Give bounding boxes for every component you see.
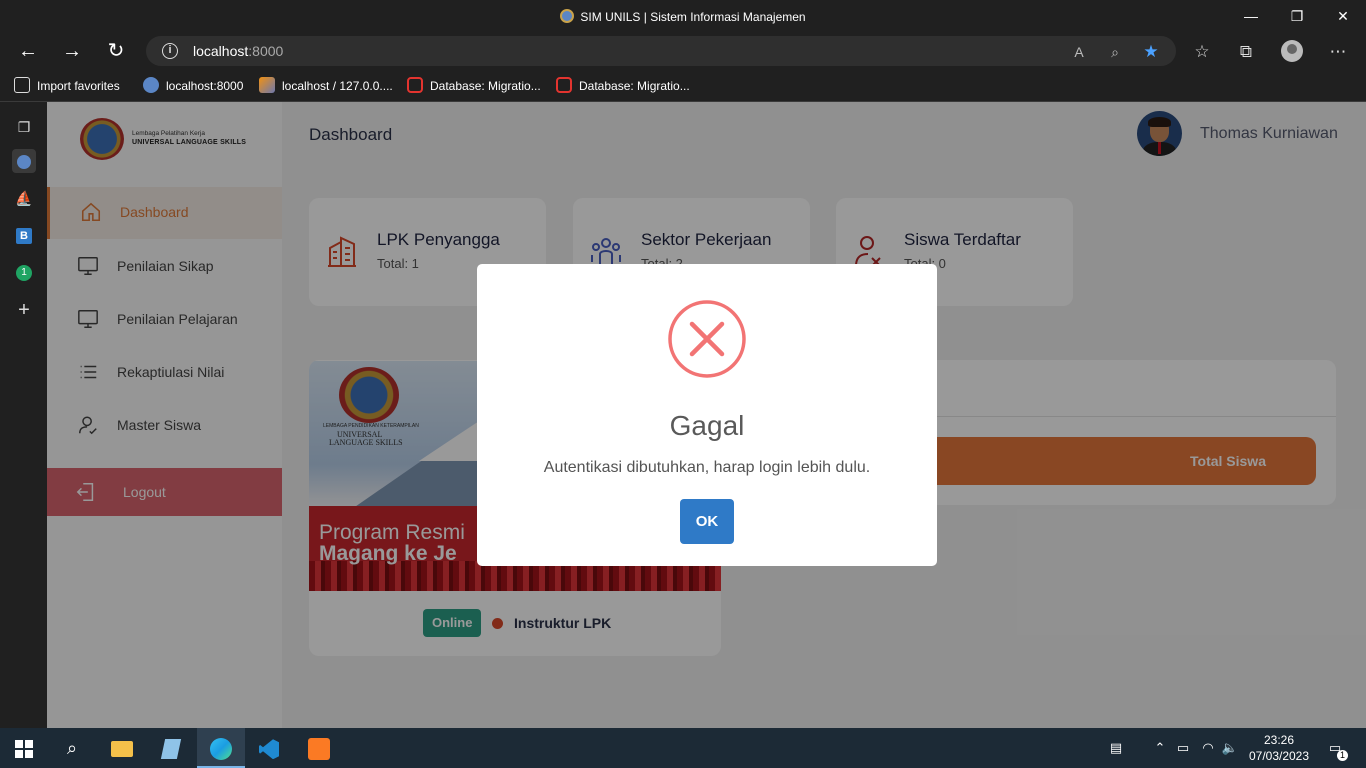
- favorite-phpmyadmin[interactable]: localhost / 127.0.0....: [259, 77, 393, 95]
- xampp-icon[interactable]: [295, 728, 343, 768]
- new-tab-icon[interactable]: +: [12, 298, 36, 322]
- favorite-import[interactable]: Import favorites: [14, 77, 120, 95]
- start-button[interactable]: [0, 728, 48, 768]
- favorite-star-icon[interactable]: ★: [1140, 41, 1162, 63]
- clock-date: 07/03/2023: [1248, 749, 1310, 763]
- chevron-up-icon[interactable]: ⌃: [1150, 738, 1170, 758]
- search-icon[interactable]: ⌕: [48, 728, 96, 768]
- vertical-tabs-strip: ❐ ⛵ B 1 +: [0, 102, 47, 728]
- battery-icon[interactable]: ▭: [1173, 738, 1193, 758]
- system-clock[interactable]: 23:26 07/03/2023: [1248, 732, 1310, 764]
- tab-actions-icon[interactable]: ❐: [12, 115, 36, 139]
- favorite-database-2[interactable]: Database: Migratio...: [556, 77, 690, 95]
- close-window-button[interactable]: ✕: [1320, 0, 1366, 32]
- site-info-icon[interactable]: i: [162, 43, 178, 59]
- refresh-icon[interactable]: ↻: [101, 36, 131, 66]
- error-x-icon: [668, 300, 746, 378]
- address-text[interactable]: localhost:8000: [193, 43, 283, 59]
- collections-icon[interactable]: ⧉: [1234, 40, 1258, 64]
- forward-arrow-icon[interactable]: →: [57, 36, 87, 66]
- maximize-button[interactable]: ❐: [1274, 0, 1320, 32]
- notepad-icon[interactable]: [147, 728, 195, 768]
- favorite-localhost[interactable]: localhost:8000: [143, 77, 243, 95]
- news-widget-icon[interactable]: ▤: [1104, 738, 1128, 758]
- edge-browser-icon[interactable]: [197, 728, 245, 768]
- tab-phpmyadmin-icon[interactable]: ⛵: [12, 186, 36, 210]
- ok-button[interactable]: OK: [680, 499, 734, 544]
- dialog-message: Autentikasi dibutuhkan, harap login lebi…: [543, 459, 871, 476]
- import-icon: [14, 77, 30, 93]
- zoom-icon[interactable]: ⌕: [1104, 41, 1126, 63]
- clock-time: 23:26: [1263, 733, 1295, 747]
- laravel-icon: [556, 77, 572, 93]
- error-dialog: Gagal Autentikasi dibutuhkan, harap logi…: [477, 264, 937, 566]
- tab-sim-unils-icon[interactable]: [12, 149, 36, 173]
- address-bar[interactable]: i localhost:8000 A ⌕ ★: [146, 36, 1176, 66]
- back-arrow-icon[interactable]: ←: [13, 36, 43, 66]
- phpmyadmin-icon: [259, 77, 275, 93]
- laravel-icon: [407, 77, 423, 93]
- windows-logo-icon: [15, 740, 33, 759]
- web-page: Lembaga Pelatihan Kerja UNIVERSAL LANGUA…: [47, 102, 1366, 728]
- favorites-bar: Import favorites localhost:8000 localhos…: [0, 70, 1366, 102]
- profile-avatar-icon[interactable]: [1281, 40, 1303, 62]
- tab-bootstrap-icon[interactable]: B: [12, 222, 36, 246]
- browser-navbar: ← → ↻ i localhost:8000 A ⌕ ★ ☆ ⧉ ⋯: [0, 32, 1366, 70]
- window-title: SIM UNILS | Sistem Informasi Manajemen: [0, 9, 1366, 24]
- dialog-title: Gagal: [669, 410, 745, 441]
- favorites-list-icon[interactable]: ☆: [1190, 40, 1214, 64]
- window-titlebar: SIM UNILS | Sistem Informasi Manajemen —…: [0, 0, 1366, 32]
- volume-icon[interactable]: 🔈: [1220, 738, 1240, 758]
- file-explorer-icon[interactable]: [98, 728, 146, 768]
- more-menu-icon[interactable]: ⋯: [1326, 40, 1350, 64]
- vscode-icon[interactable]: [245, 728, 293, 768]
- globe-icon: [143, 77, 159, 93]
- wifi-icon[interactable]: ◠: [1198, 738, 1218, 758]
- favorite-database-1[interactable]: Database: Migratio...: [407, 77, 541, 95]
- notifications-icon[interactable]: ▭ 1: [1324, 738, 1348, 761]
- windows-taskbar: ⌕ ▤ ⌃ ▭ ◠ 🔈 23:26 07/03/2023 ▭ 1: [0, 728, 1366, 768]
- notification-count: 1: [1337, 750, 1348, 761]
- read-aloud-icon[interactable]: A: [1068, 41, 1090, 63]
- minimize-button[interactable]: —: [1228, 0, 1274, 32]
- site-favicon-icon: [560, 9, 575, 23]
- tab-whatsapp-icon[interactable]: 1: [12, 258, 36, 282]
